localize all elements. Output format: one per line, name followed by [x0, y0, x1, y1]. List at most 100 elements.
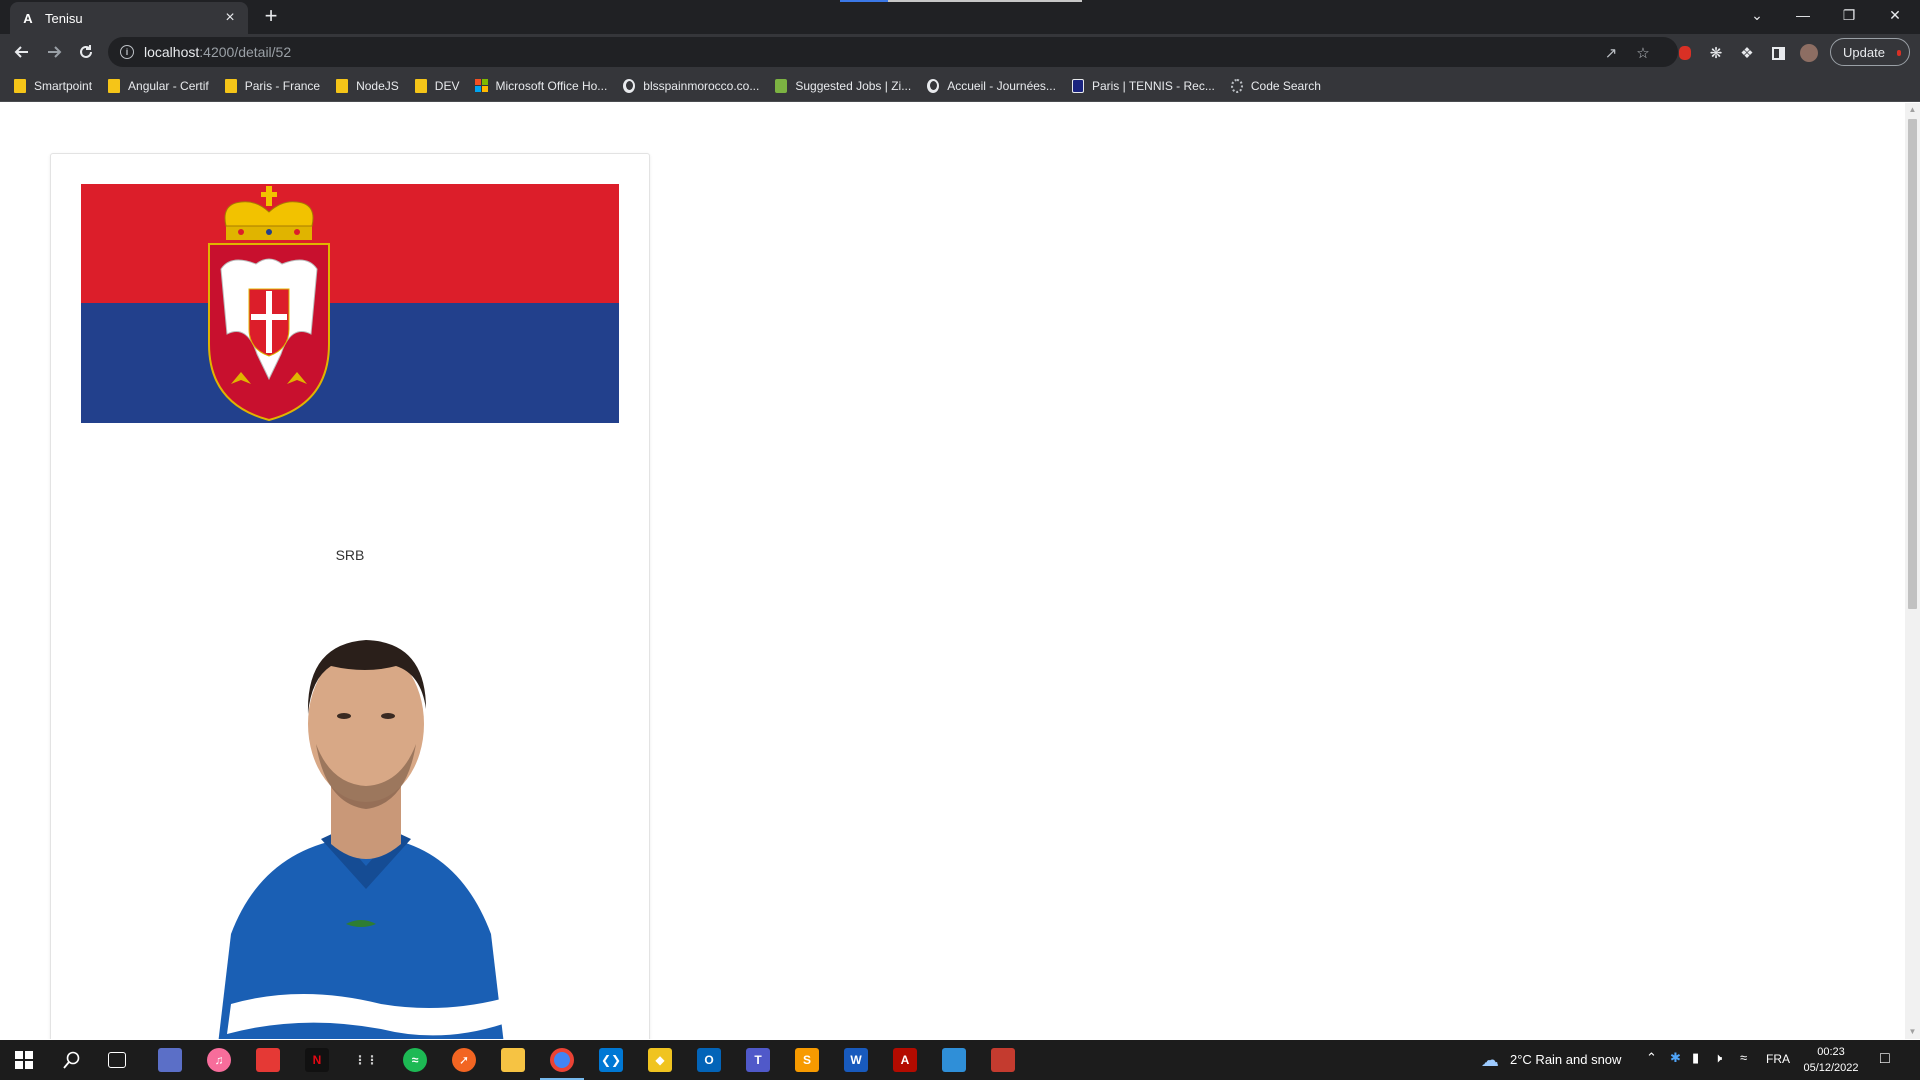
bookmark-blsspainmorocco[interactable]: blsspainmorocco.co... — [623, 78, 760, 93]
task-view-icon[interactable] — [108, 1052, 126, 1068]
bookmark-angular-certif[interactable]: Angular - Certif — [108, 78, 209, 93]
player-detail-card: SRB — [50, 153, 650, 1039]
globe-icon — [927, 78, 940, 93]
bookmark-label: NodeJS — [356, 78, 399, 93]
search-icon[interactable] — [60, 1048, 84, 1072]
loading-indicator — [840, 0, 888, 2]
photos-icon[interactable] — [942, 1048, 966, 1072]
windows-taskbar: ♫ N ⋮⋮ ≈ ➚ ❮❯ ◆ O T S W A ☁ 2°C Rain and… — [0, 1040, 1920, 1080]
acrobat-icon[interactable]: A — [893, 1048, 917, 1072]
bookmark-smartpoint[interactable]: Smartpoint — [14, 78, 93, 93]
reload-icon — [80, 45, 92, 58]
gear-icon — [1230, 78, 1243, 93]
word-icon[interactable]: W — [844, 1048, 868, 1072]
profile-avatar[interactable] — [1800, 44, 1818, 62]
volume-icon[interactable]: 🕨 — [1714, 1050, 1722, 1066]
bookmark-dev[interactable]: DEV — [414, 78, 460, 93]
extension-settings-icon[interactable]: ❋ — [1707, 44, 1725, 62]
address-bar[interactable]: i localhost:4200/detail/52 ↗ ☆ — [108, 37, 1678, 67]
bookmark-microsoft-office[interactable]: Microsoft Office Ho... — [475, 78, 608, 93]
weather-text[interactable]: 2°C Rain and snow — [1510, 1052, 1621, 1067]
share-icon[interactable]: ↗ — [1602, 44, 1620, 62]
scroll-up-icon[interactable]: ▲ — [1908, 105, 1917, 114]
snipping-tool-icon[interactable] — [991, 1048, 1015, 1072]
tab-tenisu[interactable]: A Tenisu × — [10, 2, 248, 34]
bookmark-label: blsspainmorocco.co... — [643, 78, 760, 93]
sublime-text-icon[interactable]: S — [795, 1048, 819, 1072]
scrollbar-thumb[interactable] — [1908, 119, 1917, 609]
microsoft-icon — [475, 78, 489, 93]
folder-icon — [14, 78, 26, 93]
bookmark-suggested-jobs[interactable]: Suggested Jobs | Zi... — [775, 78, 912, 93]
bookmark-label: Paris - France — [244, 78, 321, 93]
browser-toolbar: i localhost:4200/detail/52 ↗ ☆ ❋ ❖ Updat… — [0, 34, 1920, 70]
folder-icon — [108, 78, 121, 93]
side-panel-icon[interactable] — [1769, 44, 1787, 62]
spotify-icon[interactable]: ≈ — [403, 1048, 427, 1072]
postman-icon[interactable]: ➚ — [452, 1048, 476, 1072]
bookmark-label: Suggested Jobs | Zi... — [795, 78, 912, 93]
restore-button[interactable]: ❐ — [1826, 0, 1872, 30]
update-button[interactable]: Update — [1830, 38, 1910, 66]
outlook-icon[interactable]: O — [697, 1048, 721, 1072]
system-clock[interactable]: 00:23 05/12/2022 — [1796, 1044, 1866, 1076]
forward-arrow-icon — [48, 46, 62, 58]
app-icon-1[interactable] — [158, 1048, 182, 1072]
teams-icon[interactable]: T — [746, 1048, 770, 1072]
page-viewport: SRB — [0, 103, 1905, 1039]
folder-icon — [336, 78, 349, 93]
extensions-puzzle-icon[interactable]: ❖ — [1738, 44, 1756, 62]
bookmark-label: DEV — [434, 78, 460, 93]
windows-start-icon[interactable] — [12, 1048, 36, 1072]
notifications-icon[interactable]: □ — [1880, 1050, 1890, 1068]
chrome-icon[interactable] — [550, 1048, 574, 1072]
file-explorer-icon[interactable] — [501, 1048, 525, 1072]
tab-search-icon[interactable]: ⌄ — [1734, 0, 1780, 30]
magnifier-icon — [63, 1051, 80, 1069]
reload-button[interactable] — [72, 38, 100, 66]
scroll-down-icon[interactable]: ▼ — [1908, 1027, 1917, 1036]
clock-time: 00:23 — [1817, 1046, 1845, 1058]
itunes-icon[interactable]: ♫ — [207, 1048, 231, 1072]
clock-date: 05/12/2022 — [1803, 1062, 1859, 1074]
bookmark-label: Accueil - Journées... — [947, 78, 1056, 93]
bookmark-label: Paris | TENNIS - Rec... — [1091, 78, 1215, 93]
minimize-button[interactable]: — — [1780, 0, 1826, 30]
bookmark-star-icon[interactable]: ☆ — [1634, 44, 1652, 62]
bookmark-paris-france[interactable]: Paris - France — [224, 78, 321, 93]
bluetooth-icon[interactable]: ✱ — [1670, 1050, 1681, 1066]
bookmarks-bar: Smartpoint Angular - Certif Paris - Fran… — [0, 70, 1920, 102]
site-icon — [1071, 78, 1084, 93]
site-info-icon[interactable]: i — [120, 45, 134, 59]
folder-icon — [414, 78, 427, 93]
bookmark-label: Smartpoint — [34, 78, 93, 93]
new-tab-button[interactable]: + — [260, 5, 282, 28]
forward-button[interactable] — [40, 38, 68, 66]
bookmark-nodejs[interactable]: NodeJS — [336, 78, 399, 93]
globe-icon — [623, 78, 636, 93]
bookmark-accueil-journees[interactable]: Accueil - Journées... — [927, 78, 1056, 93]
folder-icon — [224, 78, 237, 93]
wifi-icon[interactable]: ≈ — [1740, 1050, 1747, 1065]
close-tab-icon[interactable]: × — [222, 9, 238, 26]
close-window-button[interactable]: ✕ — [1872, 0, 1918, 30]
extension-red-icon[interactable] — [1676, 44, 1694, 62]
netflix-icon[interactable]: N — [305, 1048, 329, 1072]
bookmark-label: Microsoft Office Ho... — [495, 78, 608, 93]
bookmark-code-search[interactable]: Code Search — [1230, 78, 1321, 93]
url-path: :4200/detail/52 — [199, 44, 292, 60]
page-scrollbar[interactable]: ▲ ▼ — [1905, 103, 1920, 1039]
windows-logo-icon — [15, 1051, 33, 1069]
coat-of-arms-icon — [208, 243, 330, 422]
popcorn-app-icon[interactable] — [256, 1048, 280, 1072]
back-button[interactable] — [8, 38, 36, 66]
back-arrow-icon — [14, 46, 28, 58]
show-hidden-icons-icon[interactable]: ⌃ — [1646, 1050, 1657, 1066]
weather-cloud-icon[interactable]: ☁ — [1478, 1048, 1502, 1072]
vscode-icon[interactable]: ❮❯ — [599, 1048, 623, 1072]
app-dots-icon[interactable]: ⋮⋮ — [354, 1048, 378, 1072]
language-indicator[interactable]: FRA — [1766, 1052, 1790, 1066]
battery-icon[interactable]: ▮ — [1692, 1050, 1699, 1066]
git-app-icon[interactable]: ◆ — [648, 1048, 672, 1072]
bookmark-paris-tennis[interactable]: Paris | TENNIS - Rec... — [1071, 78, 1215, 93]
